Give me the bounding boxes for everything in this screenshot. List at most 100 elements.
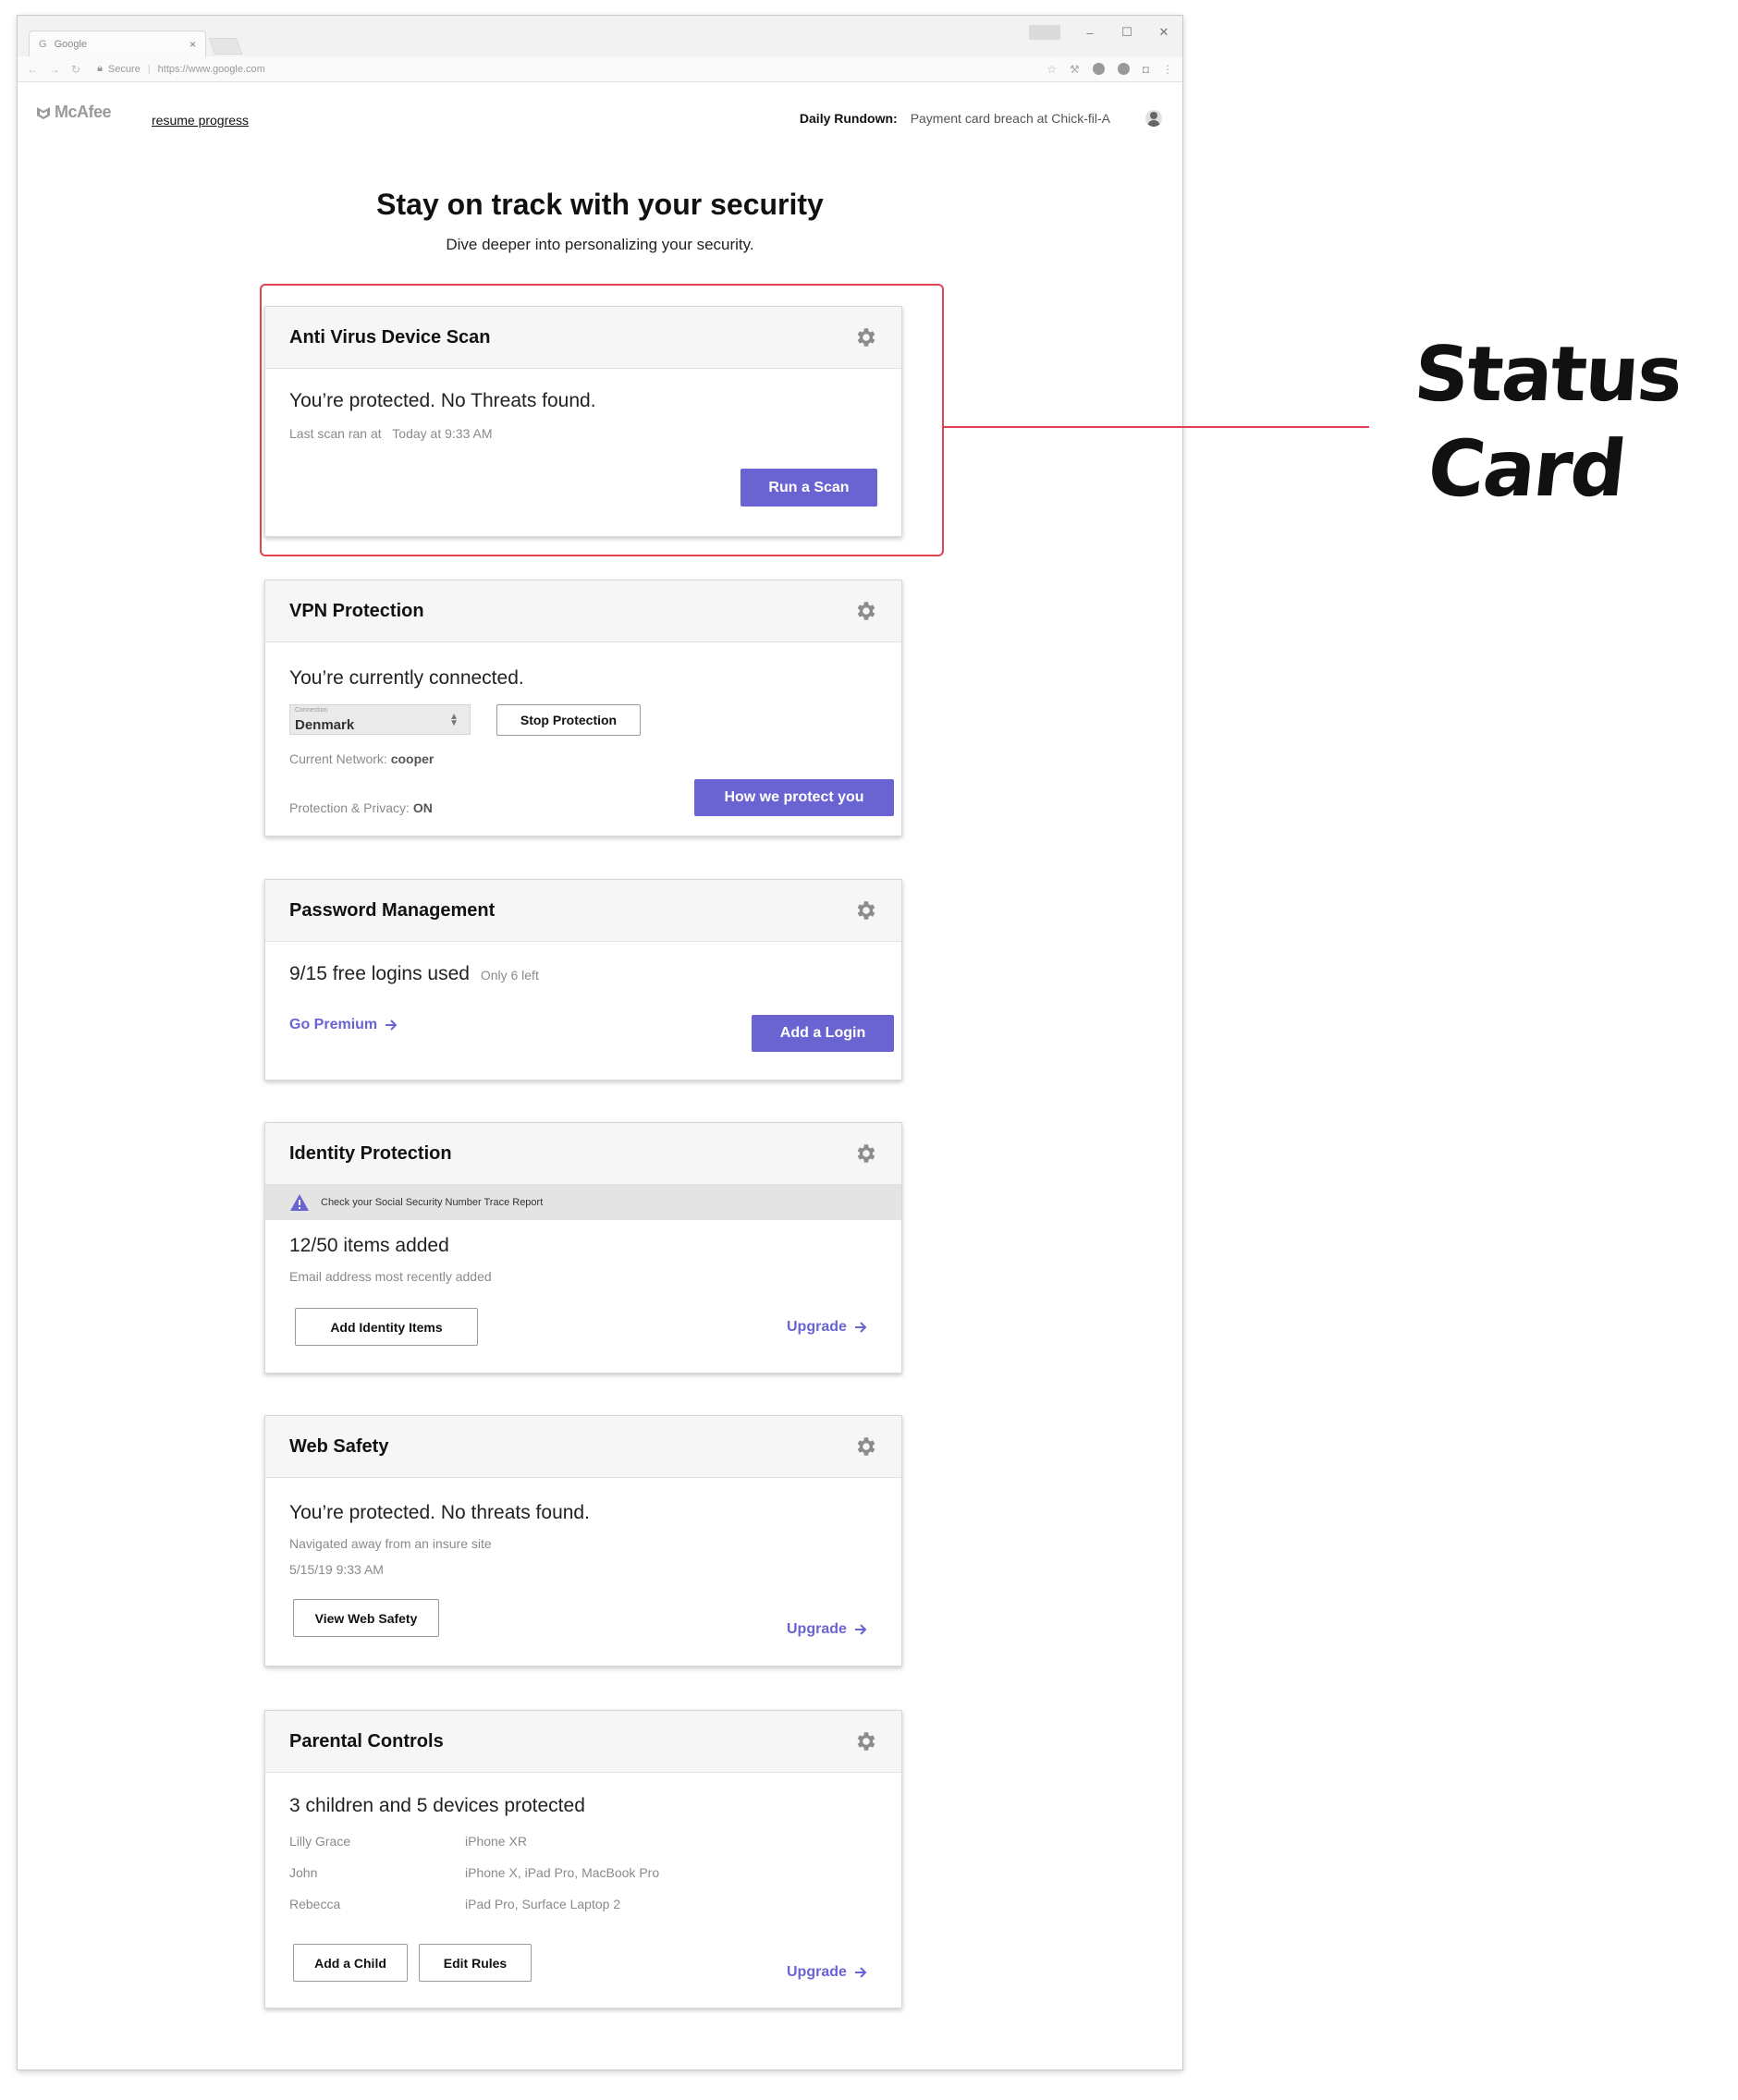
mcafee-shield-icon [37,106,50,119]
avatar-icon[interactable] [1145,110,1162,127]
upgrade-label: Upgrade [787,1621,847,1637]
items-added: 12/50 items added [289,1235,449,1256]
pocket-icon[interactable]: ◘ [1143,63,1149,76]
child-devices: iPhone X, iPad Pro, MacBook Pro [465,1865,660,1880]
how-we-protect-button[interactable]: How we protect you [694,779,894,816]
stop-protection-button[interactable]: Stop Protection [496,704,641,736]
window-controls: – ☐ ✕ [1029,16,1182,49]
card-title: VPN Protection [289,600,424,621]
back-icon[interactable]: ← [27,63,38,76]
extension-icon[interactable]: ⚒ [1070,63,1080,76]
menu-icon[interactable]: ⋮ [1162,63,1173,76]
bookmark-star-icon[interactable]: ☆ [1046,63,1057,76]
page-subtitle: Dive deeper into personalizing your secu… [446,236,754,253]
tab-title: Google [54,38,88,50]
upgrade-label: Upgrade [787,1964,847,1980]
go-premium-label: Go Premium [289,1017,378,1032]
select-value: Denmark [295,717,355,733]
new-tab-button[interactable] [208,38,243,55]
minimize-icon[interactable]: – [1071,26,1108,40]
upgrade-link[interactable]: Upgrade [787,1964,867,1981]
status-card-highlight [260,284,944,556]
browser-tab[interactable]: G Google × [29,31,206,56]
upgrade-link[interactable]: Upgrade [787,1319,867,1336]
child-devices: iPhone XR [465,1834,527,1849]
annotation-label-line1: Status [1411,331,1684,419]
google-favicon-icon: G [39,38,47,50]
warning-text: Check your Social Security Number Trace … [321,1197,544,1208]
close-window-icon[interactable]: ✕ [1145,25,1182,40]
network-value: cooper [390,751,434,766]
extension-circle-icon-2[interactable] [1117,62,1130,75]
card-header: VPN Protection [265,580,901,642]
card-header: Web Safety [265,1416,901,1478]
arrow-right-icon [854,1624,867,1635]
add-child-button[interactable]: Add a Child [293,1944,408,1982]
forward-icon[interactable]: → [49,63,60,76]
resume-progress-link[interactable]: resume progress [152,113,249,128]
view-web-safety-button[interactable]: View Web Safety [293,1599,439,1637]
card-header: Password Management [265,880,901,942]
items-sub: Email address most recently added [289,1269,492,1284]
address-bar: ← → ↻ 🔒︎ Secure | https://www.google.com… [18,56,1182,82]
select-label: Connection [295,707,328,714]
connection-select[interactable]: Connection Denmark ▲ ▼ [289,704,471,735]
add-identity-items-button[interactable]: Add Identity Items [295,1308,478,1346]
protection-privacy: Protection & Privacy: ON [289,800,433,815]
password-card: Password Management 9/15 free logins use… [264,879,902,1081]
card-title: Identity Protection [289,1142,452,1164]
web-safety-card: Web Safety You’re protected. No threats … [264,1415,902,1667]
maximize-icon[interactable]: ☐ [1108,25,1145,40]
secure-label: Secure [107,63,141,75]
mcafee-logo[interactable]: McAfee [36,103,112,122]
lock-icon: 🔒︎ [97,63,103,74]
child-devices: iPad Pro, Surface Laptop 2 [465,1897,621,1911]
gear-icon[interactable] [853,599,877,623]
annotation-label-line2: Card [1423,423,1630,514]
edit-rules-button[interactable]: Edit Rules [419,1944,532,1982]
logins-used: 9/15 free logins used Only 6 left [289,963,539,985]
web-sub-event: Navigated away from an insure site [289,1536,492,1551]
card-title: Parental Controls [289,1730,444,1752]
close-tab-icon[interactable]: × [190,38,196,51]
page-title: Stay on track with your security [376,188,824,221]
warning-icon [290,1194,309,1211]
url-field[interactable]: https://www.google.com [158,64,1047,75]
identity-card: Identity Protection Check your Social Se… [264,1122,902,1374]
card-title: Web Safety [289,1435,389,1457]
gear-icon[interactable] [853,1729,877,1753]
site-header: McAfee resume progress Daily Rundown: Pay… [18,82,1182,138]
rundown-text: Payment card breach at Chick-fil-A [910,111,1110,126]
upgrade-link[interactable]: Upgrade [787,1621,867,1638]
gear-icon[interactable] [853,898,877,922]
gear-icon[interactable] [853,1142,877,1166]
child-name: Rebecca [289,1897,341,1911]
network-label: Current Network: [289,751,387,766]
child-name: Lilly Grace [289,1834,351,1849]
current-network: Current Network: cooper [289,751,434,766]
logo-text: McAfee [55,103,112,121]
vpn-card: VPN Protection You’re currently connecte… [264,580,902,836]
web-status: You’re protected. No threats found. [289,1502,590,1523]
daily-rundown[interactable]: Daily Rundown: Payment card breach at Chi… [800,111,1110,126]
profile-chip[interactable] [1029,25,1060,40]
extension-circle-icon[interactable] [1092,62,1105,75]
add-login-button[interactable]: Add a Login [752,1015,894,1052]
address-separator: | [147,63,151,75]
child-name: John [289,1865,318,1880]
go-premium-link[interactable]: Go Premium [289,1017,398,1033]
web-sub-time: 5/15/19 9:33 AM [289,1562,384,1577]
privacy-label: Protection & Privacy: [289,800,410,815]
vpn-status: You’re currently connected. [289,667,524,689]
tab-strip: G Google × – ☐ ✕ [18,16,1182,56]
arrow-right-icon [386,1019,398,1031]
gear-icon[interactable] [853,1435,877,1459]
card-header: Identity Protection [265,1123,901,1185]
arrow-right-icon [854,1322,867,1333]
extension-icons: ☆ ⚒ ◘ ⋮ [1046,62,1173,76]
warning-banner[interactable]: Check your Social Security Number Trace … [265,1185,901,1220]
reload-icon[interactable]: ↻ [71,63,80,76]
upgrade-label: Upgrade [787,1319,847,1335]
select-arrows-icon: ▲ ▼ [449,712,459,728]
card-header: Parental Controls [265,1711,901,1773]
